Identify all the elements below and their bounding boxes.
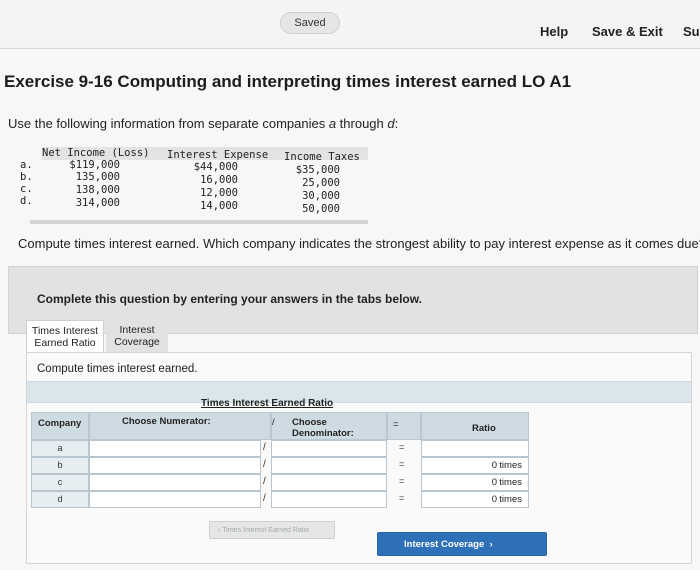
ratio-unit: times — [499, 494, 522, 505]
company-cell: d — [31, 491, 89, 508]
question-text: Compute times interest earned. Which com… — [18, 236, 700, 251]
ratio-output: 0 times — [421, 491, 529, 508]
intro-prefix: Use the following information from separ… — [8, 116, 329, 131]
tab-label-line1: Times Interest — [31, 325, 99, 337]
denominator-select[interactable] — [271, 457, 387, 474]
next-tab-button[interactable]: Interest Coverage › — [377, 532, 547, 556]
numerator-select[interactable] — [89, 474, 261, 491]
tab-label-line1: Interest — [119, 324, 155, 336]
intro-mid: through — [336, 116, 388, 131]
col-numerator-label: Choose Numerator: — [122, 416, 211, 427]
intro-suffix: : — [394, 116, 399, 131]
divide-sign: / — [263, 493, 266, 504]
net-income-cell: 135,000 — [75, 171, 120, 183]
net-income-cell: 314,000 — [75, 197, 120, 209]
grid-title: Times Interest Earned Ratio — [201, 398, 334, 409]
numerator-select[interactable] — [89, 457, 261, 474]
submit-link[interactable]: Sul — [683, 24, 700, 39]
col-header-ratio: Ratio — [421, 412, 529, 440]
ratio-grid: Times Interest Earned Ratio Company Choo… — [31, 396, 529, 524]
intro-italic-a: a — [328, 116, 337, 131]
interest-cell: 16,000 — [200, 174, 238, 186]
exercise-title: Exercise 9-16 Computing and interpreting… — [4, 72, 572, 91]
col-company-label: Company — [38, 418, 82, 429]
equals-sign: = — [399, 493, 405, 503]
col-header-numerator: Choose Numerator: — [89, 412, 271, 440]
taxes-cell: 50,000 — [302, 203, 340, 215]
numerator-select[interactable] — [89, 440, 261, 457]
denominator-select[interactable] — [271, 474, 387, 491]
interest-cell: 12,000 — [200, 187, 238, 199]
company-cell: c — [31, 474, 89, 491]
col-header-denominator: / Choose Denominator: — [271, 412, 387, 440]
page: Saved Help Save & Exit Sul Exercise 9-16… — [0, 0, 700, 570]
next-tab-label: Interest Coverage — [404, 539, 485, 550]
net-income-cell: 138,000 — [75, 184, 120, 196]
ratio-unit: times — [499, 477, 522, 488]
divide-sign: / — [263, 442, 266, 453]
header-income-taxes: Income Taxes — [284, 151, 360, 163]
intro-italic-d: d — [387, 116, 395, 131]
ratio-output — [421, 440, 529, 457]
tab-times-interest-earned-ratio[interactable]: Times Interest Earned Ratio — [26, 320, 104, 352]
numerator-select[interactable] — [89, 491, 261, 508]
row-label: d. — [20, 195, 33, 207]
ratio-output: 0 times — [421, 457, 529, 474]
interest-cell: $44,000 — [193, 161, 238, 173]
ratio-output: 0 times — [421, 474, 529, 491]
divide-sign: / — [263, 459, 266, 470]
company-cell: a — [31, 440, 89, 457]
denominator-select[interactable] — [271, 440, 387, 457]
company-data-table: Net Income (Loss) Interest Expense Incom… — [20, 145, 370, 223]
equals-sign: = — [399, 476, 405, 486]
prev-tab-button[interactable]: ‹ Times Interest Earned Ratio — [209, 521, 335, 539]
company-cell: b — [31, 457, 89, 474]
col-header-equals: = — [387, 412, 421, 440]
interest-cell: 14,000 — [200, 200, 238, 212]
help-link[interactable]: Help — [540, 24, 568, 39]
compute-label: Compute times interest earned. — [37, 363, 198, 375]
equals-sign: = — [399, 442, 405, 452]
col-ratio-label: Ratio — [472, 423, 496, 434]
taxes-cell: 30,000 — [302, 190, 340, 202]
ratio-value: 0 — [491, 477, 497, 488]
equals-sign: = — [399, 459, 405, 469]
instruction-text: Complete this question by entering your … — [37, 292, 422, 306]
chevron-right-icon: › — [484, 539, 493, 550]
col-header-company: Company — [31, 412, 89, 440]
tab-label-line2: Earned Ratio — [34, 337, 96, 349]
tab-interest-coverage[interactable]: Interest Coverage — [106, 320, 168, 352]
taxes-cell: $35,000 — [295, 164, 340, 176]
denominator-select[interactable] — [271, 491, 387, 508]
taxes-cell: 25,000 — [302, 177, 340, 189]
tab-label-line2: Coverage — [114, 336, 160, 348]
col-denominator-label: Choose Denominator: — [292, 417, 354, 439]
tab-panel: Compute times interest earned. Times Int… — [26, 352, 692, 564]
prev-tab-label: Times Interest Earned Ratio — [222, 527, 310, 534]
ratio-value: 0 — [491, 494, 497, 505]
col-divide-label: / — [272, 417, 275, 428]
ratio-unit: times — [499, 460, 522, 471]
col-equals-label: = — [393, 419, 399, 430]
top-bar: Saved Help Save & Exit Sul — [0, 0, 700, 49]
save-exit-link[interactable]: Save & Exit — [592, 24, 663, 39]
data-table-underline — [30, 220, 368, 224]
saved-status-badge: Saved — [280, 12, 340, 34]
intro-text: Use the following information from separ… — [8, 116, 398, 131]
ratio-value: 0 — [491, 460, 497, 471]
divide-sign: / — [263, 476, 266, 487]
